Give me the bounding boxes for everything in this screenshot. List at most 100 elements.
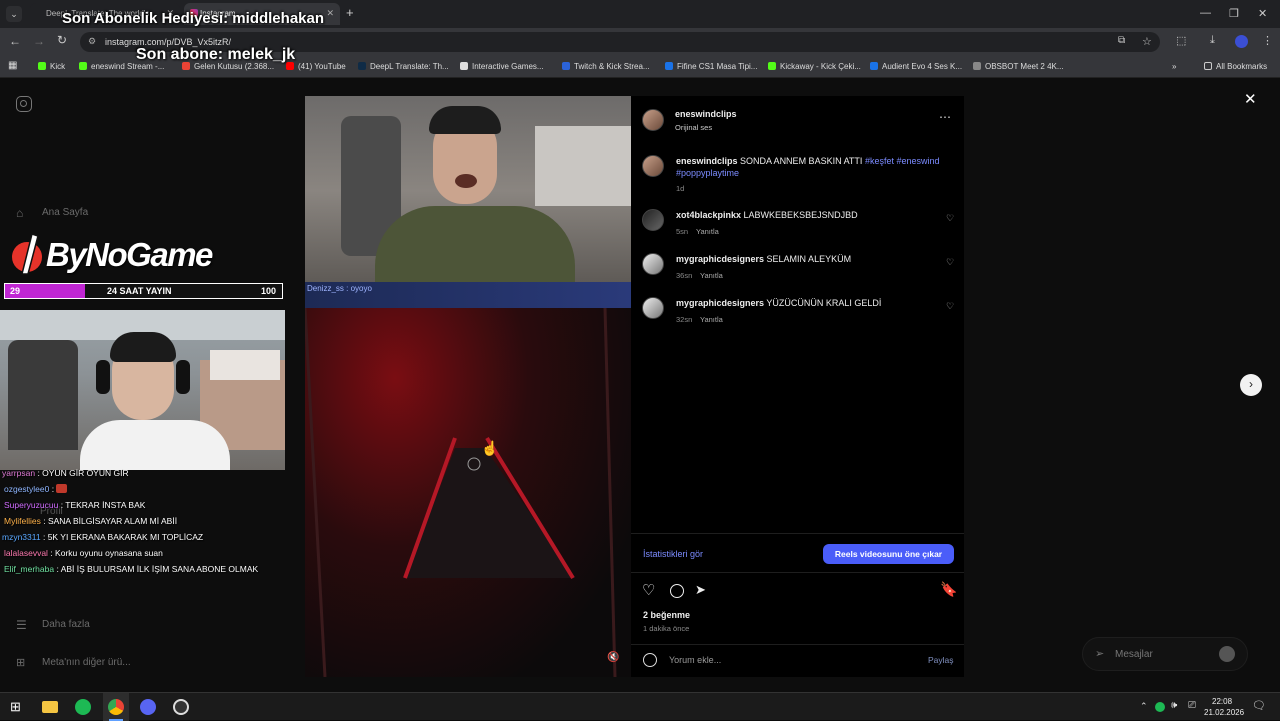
avatar[interactable] <box>642 209 664 231</box>
view-insights-link[interactable]: İstatistikleri gör <box>643 549 703 559</box>
volume-icon[interactable]: 🕪 <box>1171 700 1177 711</box>
close-icon[interactable]: ✕ <box>326 8 334 19</box>
post-author[interactable]: eneswindclips <box>675 109 737 119</box>
avatar[interactable] <box>642 253 664 275</box>
site-info-icon[interactable]: ⚙ <box>88 36 96 47</box>
save-icon[interactable]: 🔖 <box>940 581 957 598</box>
file-explorer-icon[interactable] <box>42 701 58 713</box>
last-gift-sub-text: Son Abonelik Hediyesi: middlehakan <box>62 10 325 27</box>
comment-icon[interactable] <box>670 584 684 598</box>
bookmark-item[interactable]: OBSBOT Meet 2 4K... <box>973 62 1064 71</box>
progress-min: 29 <box>10 286 21 296</box>
bookmark-item[interactable]: Fifine CS1 Masa Tipi... <box>665 62 757 71</box>
obs-icon[interactable] <box>173 699 189 715</box>
network-icon[interactable]: ⎚ <box>1188 700 1196 711</box>
chrome-icon <box>108 699 124 715</box>
bookmark-star-icon[interactable]: ☆ <box>1142 35 1152 48</box>
post-comment-button[interactable]: Paylaş <box>928 655 954 665</box>
post-video[interactable]: Denizz_ss : oyoyo ☝ 🔇 <box>305 96 631 677</box>
cast-icon[interactable]: ⧉ <box>1118 35 1125 46</box>
boost-reel-button[interactable]: Reels videosunu öne çıkar <box>823 544 954 564</box>
comment: xot4blackpinkx LABWKEBEKSBEJSNDJBD <box>676 210 858 220</box>
forward-button[interactable]: → <box>33 34 45 48</box>
reply-button[interactable]: Yanıtla <box>700 315 723 324</box>
sidebar-item-more[interactable]: ☰ Daha fazla <box>16 618 90 632</box>
menu-icon[interactable]: ⋮ <box>1262 34 1273 47</box>
messages-button[interactable]: ➢ Mesajlar <box>1082 637 1248 671</box>
all-bookmarks[interactable]: All Bookmarks <box>1204 62 1267 71</box>
comment-input[interactable]: Yorum ekle... <box>669 655 721 665</box>
reply-button[interactable]: Yanıtla <box>696 227 719 236</box>
spotify-tray-icon[interactable] <box>1155 702 1165 712</box>
tray-overflow-icon[interactable]: ⌃ <box>1140 701 1148 712</box>
sidebar-item-label: Meta'nın diğer ürü... <box>42 657 131 668</box>
like-comment-icon[interactable]: ♡ <box>946 301 954 312</box>
clock-date[interactable]: 21.02.2026 <box>1204 708 1244 717</box>
download-icon[interactable]: ⤓ <box>1210 34 1215 47</box>
emoji-icon[interactable] <box>643 653 657 667</box>
avatar[interactable] <box>642 109 664 131</box>
windows-start-icon[interactable]: ⊞ <box>10 699 21 715</box>
bookmark-item[interactable]: Kickaway - Kick Çeki... <box>768 62 861 71</box>
spotify-icon[interactable] <box>75 699 91 715</box>
avatar[interactable] <box>642 297 664 319</box>
home-icon: ⌂ <box>16 206 24 220</box>
next-post-button[interactable]: › <box>1240 374 1262 396</box>
posted-time: 1 dakika önce <box>643 624 690 633</box>
more-options-icon[interactable]: ⋯ <box>939 110 951 124</box>
sidebar-item-home[interactable]: ⌂ Ana Sayfa <box>16 206 88 220</box>
discord-icon[interactable] <box>140 699 156 715</box>
webcam-feed <box>0 310 285 470</box>
bookmark-item[interactable]: Interactive Games... <box>460 62 544 71</box>
avatar <box>1219 646 1235 662</box>
sidebar-item-label: Ana Sayfa <box>42 207 89 218</box>
bookmark-item[interactable]: Audient Evo 4 Ses K... <box>870 62 962 71</box>
close-window-button[interactable]: ✕ <box>1258 7 1267 20</box>
mute-icon[interactable]: 🔇 <box>607 652 619 663</box>
comment-time: 32sn <box>676 315 693 324</box>
clock-time[interactable]: 22:08 <box>1212 697 1232 706</box>
chat-message: Mylifellies : SANA BİLGİSAYAR ALAM Mİ AB… <box>4 516 178 526</box>
close-icon[interactable]: ✕ <box>1244 90 1257 108</box>
sidebar-item-meta[interactable]: ⊞ Meta'nın diğer ürü... <box>16 656 131 669</box>
extensions-icon[interactable]: ⬚ <box>1176 34 1186 47</box>
reload-button[interactable]: ↻ <box>57 33 67 47</box>
notifications-icon[interactable]: 🗨 <box>1252 699 1266 712</box>
like-icon[interactable]: ♡ <box>642 581 655 599</box>
post-audio[interactable]: Orijinal ses <box>675 123 712 132</box>
chat-message: ozgestylee0 : <box>4 484 71 494</box>
hashtags[interactable]: #keşfet #eneswind <box>865 156 940 166</box>
bookmark-item[interactable]: DeepL Translate: Th... <box>358 62 449 71</box>
bookmark-item[interactable]: Kick <box>38 62 65 71</box>
post-caption: eneswindclips SONDA ANNEM BASKIN ATTI #k… <box>676 156 940 166</box>
apps-icon[interactable]: ▦ <box>8 60 17 71</box>
video-chat-strip: Denizz_ss : oyoyo <box>305 282 631 308</box>
brand-logo-text: ByNoGame <box>46 236 213 273</box>
avatar[interactable] <box>642 155 664 177</box>
comment-time: 5sn <box>676 227 689 236</box>
new-tab-button[interactable]: + <box>346 5 354 20</box>
hashtag[interactable]: #poppyplaytime <box>676 168 739 178</box>
bynogame-logo-icon <box>10 232 46 276</box>
mouse-cursor-icon: ☝ <box>481 440 499 456</box>
share-icon[interactable]: ➤ <box>695 582 706 598</box>
chat-message: Superyuzucuu : TEKRAR İNSTA BAK <box>4 500 146 510</box>
video-game-frame <box>305 308 631 677</box>
back-button[interactable]: ← <box>9 34 21 48</box>
progress-max: 100 <box>261 286 277 296</box>
like-comment-icon[interactable]: ♡ <box>946 257 954 268</box>
restore-button[interactable]: ❐ <box>1229 7 1239 20</box>
minimize-button[interactable]: — <box>1200 7 1211 19</box>
reply-button[interactable]: Yanıtla <box>700 271 723 280</box>
bookmark-item[interactable]: Twitch & Kick Strea... <box>562 62 650 71</box>
chrome-taskbar-button[interactable] <box>103 693 129 721</box>
instagram-logo-icon[interactable] <box>16 96 32 112</box>
progress-label: 24 SAAT YAYIN <box>107 286 172 296</box>
stream-chat: yarrpsan : OYUN GİR OYUN GİR ozgestylee0… <box>2 466 302 578</box>
more-bookmarks-icon[interactable]: » <box>1172 62 1176 71</box>
stream-progress-bar: 29 24 SAAT YAYIN 100 <box>4 283 283 299</box>
like-count[interactable]: 2 beğenme <box>643 610 690 620</box>
like-comment-icon[interactable]: ♡ <box>946 213 954 224</box>
profile-avatar[interactable] <box>1235 35 1248 48</box>
tab-search-button[interactable]: ⌄ <box>6 6 22 22</box>
